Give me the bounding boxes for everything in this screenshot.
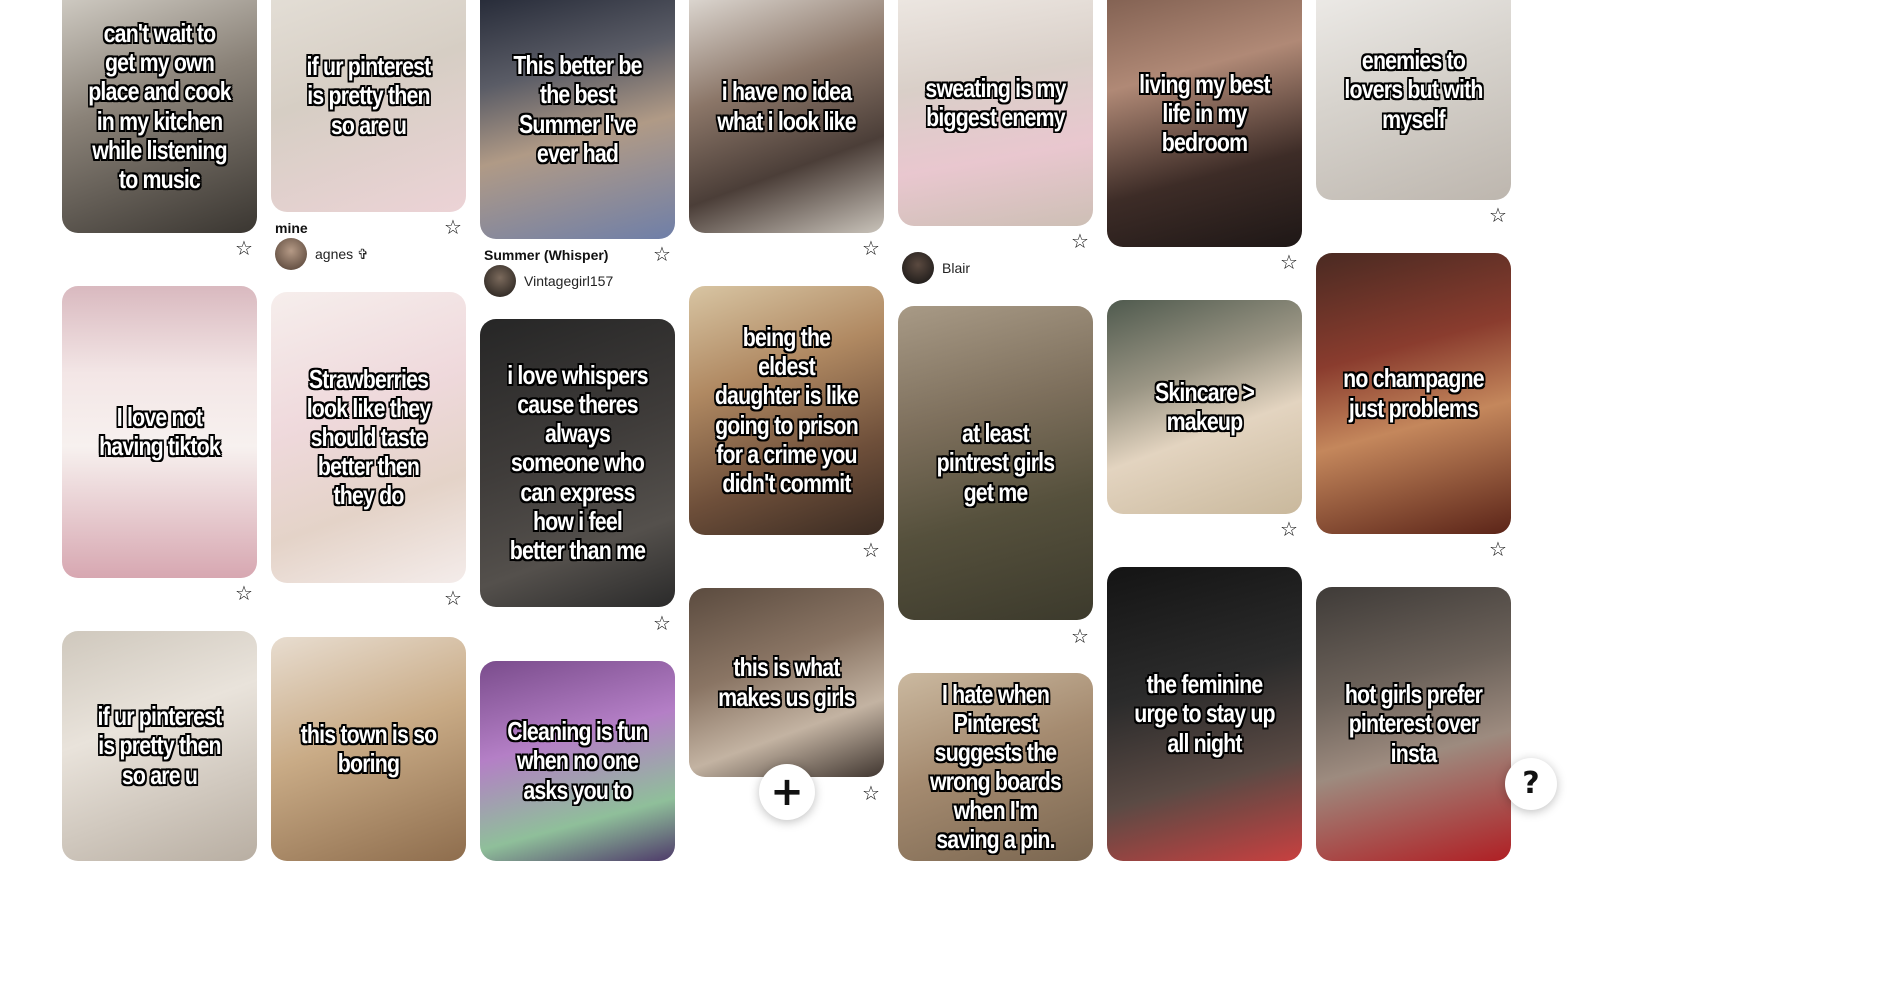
save-star-icon[interactable]: ☆ [861,783,881,803]
pin-author[interactable]: Blair [902,252,970,284]
pin-caption: if ur pinterest is pretty then so are u [306,51,432,140]
author-name: Blair [942,260,971,276]
pin-image[interactable]: Strawberries look like they should taste… [271,292,466,583]
pin-image[interactable]: at least pintrest girls get me [898,306,1093,620]
author-name: Vintagegirl157 [524,273,614,289]
pin-image[interactable]: being the eldest daughter is like going … [689,286,884,535]
pin-caption: enemies to lovers but with myself [1344,45,1483,134]
pin-caption: the feminine urge to stay up all night [1134,669,1275,758]
pin-caption: if ur pinterest is pretty then so are u [97,701,223,790]
author-name: agnes ✞ [315,245,369,262]
save-star-icon[interactable]: ☆ [652,244,672,264]
pin-caption: being the eldest daughter is like going … [714,322,859,498]
pin-caption: this is what makes us girls [718,652,855,712]
pin-author[interactable]: agnes ✞ [275,238,369,270]
pin-caption: no champagne just problems [1343,363,1484,423]
pin-caption: I hate when Pinterest suggests the wrong… [929,678,1062,855]
pin-image[interactable]: Cleaning is fun when no one asks you to [480,661,675,861]
save-star-icon[interactable]: ☆ [1488,539,1508,559]
pin-image[interactable]: this town is so boring [271,637,466,861]
pin-caption: Strawberries look like they should taste… [306,363,431,511]
pin-caption: living my best life in my bedroom [1139,68,1271,158]
pin-image[interactable]: can't wait to get my own place and cook … [62,0,257,233]
pin-image[interactable]: hot girls prefer pinterest over insta [1316,587,1511,861]
save-star-icon[interactable]: ☆ [234,238,254,258]
pin-image[interactable]: enemies to lovers but with myself [1316,0,1511,200]
pin-image[interactable]: living my best life in my bedroom [1107,0,1302,247]
help-icon: ? [1522,766,1540,801]
save-star-icon[interactable]: ☆ [443,588,463,608]
save-star-icon[interactable]: ☆ [1070,231,1090,251]
pin-image[interactable]: I hate when Pinterest suggests the wrong… [898,673,1093,861]
pin-caption: I love not having tiktok [99,401,221,461]
pin-image[interactable]: i have no idea what i look like [689,0,884,233]
save-star-icon[interactable]: ☆ [1488,205,1508,225]
pin-image[interactable]: i love whispers cause theres always some… [480,319,675,607]
avatar [275,238,307,270]
pin-image[interactable]: I love not having tiktok [62,286,257,578]
create-pin-button[interactable]: + [759,764,815,820]
save-star-icon[interactable]: ☆ [1279,519,1299,539]
pin-caption: Cleaning is fun when no one asks you to [507,716,648,805]
save-star-icon[interactable]: ☆ [1279,252,1299,272]
avatar [484,265,516,297]
pin-caption: can't wait to get my own place and cook … [88,18,231,194]
pin-title: Summer (Whisper) [484,247,609,263]
pin-image[interactable]: no champagne just problems [1316,253,1511,534]
pin-image[interactable]: if ur pinterest is pretty then so are u [62,631,257,861]
pin-title: mine [275,220,308,236]
pin-image[interactable]: This better be the best Summer I've ever… [480,0,675,239]
avatar [902,252,934,284]
save-star-icon[interactable]: ☆ [443,217,463,237]
pin-image[interactable]: the feminine urge to stay up all night [1107,567,1302,861]
pin-caption: i love whispers cause theres always some… [507,360,648,565]
pin-caption: i have no idea what i look like [717,76,856,136]
save-star-icon[interactable]: ☆ [861,540,881,560]
pin-caption: Skincare > makeup [1154,376,1255,436]
help-button[interactable]: ? [1505,758,1557,810]
pin-author[interactable]: Vintagegirl157 [484,265,613,297]
pin-caption: hot girls prefer pinterest over insta [1344,679,1483,768]
pin-image[interactable]: Skincare > makeup [1107,300,1302,514]
pin-caption: at least pintrest girls get me [936,418,1055,507]
pin-caption: This better be the best Summer I've ever… [513,50,642,168]
pin-image[interactable]: this is what makes us girls [689,588,884,777]
plus-icon: + [770,769,804,815]
save-star-icon[interactable]: ☆ [652,613,672,633]
pin-image[interactable]: sweating is my biggest enemy [898,0,1093,226]
save-star-icon[interactable]: ☆ [861,238,881,258]
pin-caption: sweating is my biggest enemy [925,72,1066,132]
save-star-icon[interactable]: ☆ [1070,626,1090,646]
pin-image[interactable]: if ur pinterest is pretty then so are u [271,0,466,212]
pin-caption: this town is so boring [300,718,438,778]
save-star-icon[interactable]: ☆ [234,583,254,603]
